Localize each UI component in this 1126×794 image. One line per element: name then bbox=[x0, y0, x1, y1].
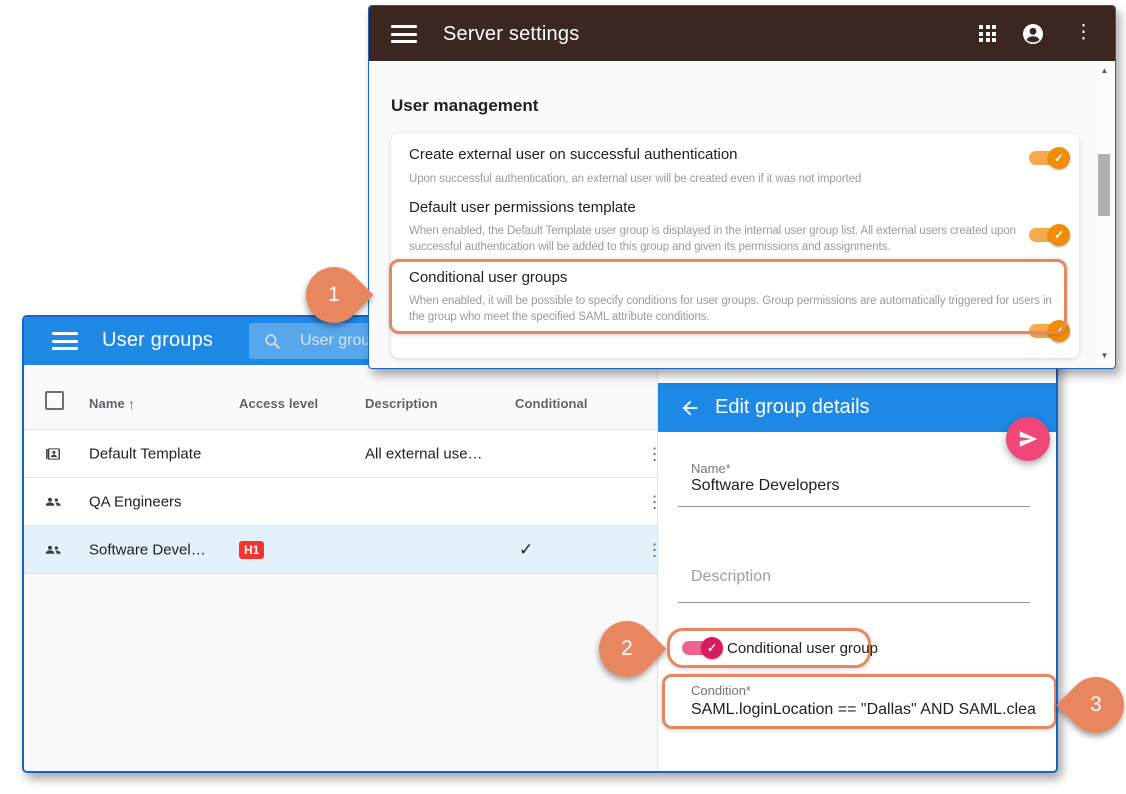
contact-book-icon bbox=[44, 445, 61, 462]
edit-group-panel: Edit group details Name* ✓ Conditional u… bbox=[657, 365, 1056, 771]
table-row[interactable]: Default Template All external use… ⋮ bbox=[24, 430, 663, 478]
edit-panel-header: Edit group details bbox=[658, 383, 1056, 432]
edit-panel-title: Edit group details bbox=[715, 396, 870, 418]
server-settings-header: Server settings ⋮ bbox=[369, 6, 1115, 61]
server-settings-window: Server settings ⋮ User management Create… bbox=[368, 5, 1116, 369]
column-header-name[interactable]: Name bbox=[89, 396, 125, 411]
cell-name: Software Devel… bbox=[89, 541, 206, 558]
column-header-access-level[interactable]: Access level bbox=[239, 396, 318, 411]
screenshot-stage: User groups Name ↑ Access level Descript… bbox=[0, 0, 1126, 794]
table-header-row: Name ↑ Access level Description Conditio… bbox=[24, 365, 657, 430]
scroll-up-icon[interactable]: ▲ bbox=[1097, 65, 1112, 77]
default-permissions-template-toggle[interactable]: ✓ bbox=[1029, 223, 1071, 247]
toggle-check-icon: ✓ bbox=[1048, 224, 1070, 246]
scroll-down-icon[interactable]: ▼ bbox=[1097, 350, 1112, 362]
cell-description: All external use… bbox=[365, 445, 483, 462]
condition-field-highlight: Condition* bbox=[662, 674, 1056, 729]
save-group-button[interactable] bbox=[1006, 417, 1050, 461]
apps-grid-icon[interactable] bbox=[979, 25, 996, 42]
toggle-check-icon: ✓ bbox=[1048, 147, 1070, 169]
user-groups-table: Name ↑ Access level Description Conditio… bbox=[24, 365, 663, 771]
column-header-description[interactable]: Description bbox=[365, 396, 438, 411]
more-options-icon[interactable]: ⋮ bbox=[1074, 23, 1093, 42]
conditional-toggle-label: Conditional user group bbox=[727, 639, 878, 657]
cell-name: QA Engineers bbox=[89, 493, 182, 510]
description-field[interactable] bbox=[678, 551, 1030, 603]
section-title: User management bbox=[391, 96, 539, 115]
account-icon[interactable] bbox=[1021, 22, 1045, 46]
annotation-step-3: 3 bbox=[1056, 665, 1126, 745]
setting-description: Upon successful authentication, an exter… bbox=[409, 173, 862, 185]
create-external-user-toggle[interactable]: ✓ bbox=[1029, 146, 1071, 170]
group-icon bbox=[44, 541, 62, 559]
access-level-badge: H1 bbox=[239, 540, 265, 559]
table-row-selected[interactable]: Software Devel… H1 ✓ ⋮ bbox=[24, 526, 663, 574]
setting-title: Default user permissions template bbox=[409, 199, 636, 216]
send-icon bbox=[1017, 428, 1039, 450]
setting-description: When enabled, the Default Template user … bbox=[409, 225, 1016, 253]
conditional-user-group-toggle[interactable]: ✓ bbox=[682, 636, 724, 660]
back-icon[interactable] bbox=[679, 397, 701, 419]
search-icon bbox=[263, 332, 282, 351]
sort-ascending-icon[interactable]: ↑ bbox=[128, 396, 135, 412]
page-title: User groups bbox=[102, 329, 214, 351]
setting-title: Create external user on successful authe… bbox=[409, 146, 738, 163]
cell-name: Default Template bbox=[89, 445, 202, 462]
name-input[interactable] bbox=[678, 476, 1023, 496]
conditional-user-groups-highlight bbox=[389, 259, 1067, 334]
group-icon bbox=[44, 493, 62, 511]
window-title: Server settings bbox=[443, 23, 580, 45]
menu-icon[interactable] bbox=[391, 25, 417, 43]
cell-access-level: H1 bbox=[239, 540, 265, 559]
condition-field-label: Condition* bbox=[691, 683, 751, 698]
name-field-label: Name* bbox=[691, 461, 731, 476]
condition-input[interactable] bbox=[665, 700, 1054, 720]
toggle-check-icon: ✓ bbox=[701, 637, 723, 659]
conditional-toggle-highlight: ✓ Conditional user group bbox=[667, 628, 878, 668]
scrollbar-thumb[interactable] bbox=[1098, 154, 1110, 216]
table-row[interactable]: QA Engineers ⋮ bbox=[24, 478, 663, 526]
user-groups-window: User groups Name ↑ Access level Descript… bbox=[22, 315, 1058, 773]
column-header-conditional[interactable]: Conditional bbox=[515, 396, 588, 411]
menu-icon[interactable] bbox=[52, 332, 78, 350]
select-all-checkbox[interactable] bbox=[45, 391, 64, 410]
scrollbar[interactable]: ▲ ▼ bbox=[1097, 63, 1112, 364]
conditional-check-icon: ✓ bbox=[519, 539, 534, 559]
description-input[interactable] bbox=[678, 567, 1023, 587]
name-field[interactable]: Name* bbox=[678, 457, 1030, 507]
